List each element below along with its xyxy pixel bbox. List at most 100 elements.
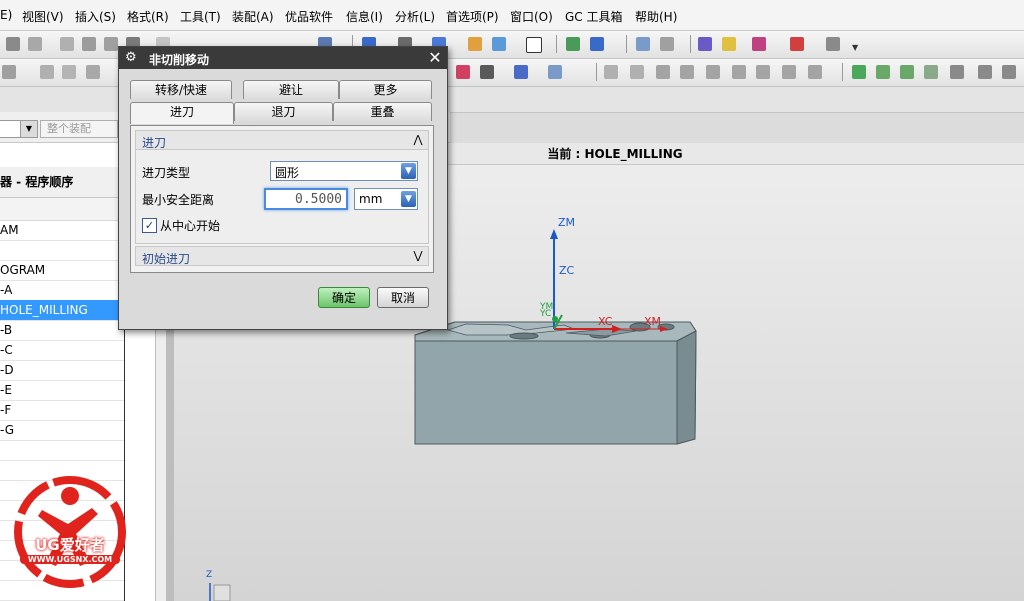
tab-overlap[interactable]: 重叠 [333,102,432,121]
tab-transfer-rapid[interactable]: 转移/快速 [130,80,232,99]
tab-engage[interactable]: 进刀 [130,102,234,124]
chevron-down-icon[interactable]: ⋁ [410,248,426,264]
navigator-row[interactable] [0,440,124,461]
navigator-row[interactable]: -E [0,380,124,401]
snap-quadrant-icon[interactable] [732,65,746,79]
filter-icon[interactable] [62,65,76,79]
check-icon[interactable] [852,65,866,79]
engage-group-title: 进刀 [142,136,167,150]
feature-icon[interactable] [950,65,964,79]
menu-edit[interactable]: E) [0,8,12,22]
navigator-row[interactable]: -B [0,320,124,341]
feature-icon[interactable] [900,65,914,79]
snap-existing-icon[interactable] [756,65,770,79]
snap-mid-icon[interactable] [630,65,644,79]
snap-center-icon[interactable] [706,65,720,79]
copy-icon[interactable] [82,37,96,51]
filter-icon[interactable] [40,65,54,79]
toolbar-separator [690,35,691,53]
min-safe-distance-input[interactable]: 0.5000 [264,188,348,210]
tab-avoidance[interactable]: 避让 [243,80,339,99]
unit-select[interactable]: mm ▼ [354,188,418,210]
save-icon[interactable] [6,37,20,51]
start-from-center-label[interactable]: 从中心开始 [160,217,220,234]
filter-icon[interactable] [86,65,100,79]
feature-point-icon[interactable] [456,65,470,79]
wcs-icon[interactable] [492,37,506,51]
save-as-icon[interactable] [28,37,42,51]
menu-youpin[interactable]: 优品软件 [285,8,333,25]
menu-insert[interactable]: 插入(S) [75,8,116,25]
snap-on-curve-icon[interactable] [782,65,796,79]
analysis-icon[interactable] [722,37,736,51]
curve-select-icon[interactable] [480,65,494,79]
menu-help[interactable]: 帮助(H) [635,8,677,25]
paste-icon[interactable] [104,37,118,51]
navigator-row[interactable]: AM [0,220,124,241]
ok-button[interactable]: 确定 [318,287,370,308]
navigator-row[interactable]: -A [0,280,124,301]
navigator-row[interactable] [0,240,124,261]
measure-icon[interactable] [698,37,712,51]
toolbar-separator [842,63,843,81]
face-select-icon[interactable] [514,65,528,79]
tab-retract[interactable]: 退刀 [234,102,333,121]
menu-preferences[interactable]: 首选项(P) [446,8,499,25]
cut-icon[interactable] [60,37,74,51]
snap-end-icon[interactable] [604,65,618,79]
start-from-center-checkbox[interactable]: ✓ [142,218,157,233]
unit-value: mm [359,192,383,206]
navigator-row[interactable]: -G [0,420,124,441]
assembly-nav-icon[interactable] [636,37,650,51]
menu-bar: E) 视图(V) 插入(S) 格式(R) 工具(T) 装配(A) 优品软件 信息… [0,0,1024,31]
workpiece-part[interactable] [414,321,697,445]
menu-gc-toolbox[interactable]: GC 工具箱 [565,8,623,25]
snap-clear-icon[interactable] [808,65,822,79]
navigator-row[interactable]: -C [0,340,124,361]
menu-tools[interactable]: 工具(T) [180,8,221,25]
min-safe-distance-value: 0.5000 [295,192,342,207]
entry-type-select[interactable]: 圆形 ▼ [270,161,418,181]
navigator-row[interactable]: -F [0,400,124,421]
navigator-row-selected[interactable]: HOLE_MILLING [0,300,124,321]
engage-group-header[interactable]: 进刀 ⋀ [135,130,429,150]
background-icon[interactable] [526,37,542,53]
menu-window[interactable]: 窗口(O) [510,8,553,25]
dimension-icon[interactable] [790,37,804,51]
constraint-icon[interactable] [660,37,674,51]
feature-icon[interactable] [978,65,992,79]
cancel-button[interactable]: 取消 [377,287,429,308]
logo-brand: UG爱好者 [35,536,105,554]
snap-view-icon[interactable] [566,37,580,51]
initial-engage-group-header[interactable]: 初始进刀 ⋁ [135,246,429,266]
xc-label: XC [598,315,613,328]
chevron-down-icon[interactable]: ▼ [20,120,38,138]
chevron-down-icon[interactable]: ▼ [401,191,416,207]
menu-view[interactable]: 视图(V) [22,8,64,25]
body-select-icon[interactable] [548,65,562,79]
snap-control-icon[interactable] [656,65,670,79]
chevron-down-icon[interactable]: ▼ [401,163,416,179]
navigator-row[interactable]: -D [0,360,124,381]
menu-format[interactable]: 格式(R) [127,8,169,25]
chevron-up-icon[interactable]: ⋀ [410,132,426,148]
layer-icon[interactable] [468,37,482,51]
menu-assembly[interactable]: 装配(A) [232,8,274,25]
snap-point-icon[interactable] [2,65,16,79]
assembly-scope-combo[interactable]: 整个装配 [40,120,118,138]
shade-icon[interactable] [590,37,604,51]
feature-icon[interactable] [1002,65,1016,79]
tab-more[interactable]: 更多 [339,80,432,99]
feature-icon[interactable] [876,65,890,79]
gear-icon[interactable]: ⚙ [125,50,137,65]
menu-analysis[interactable]: 分析(L) [395,8,435,25]
chevron-down-icon[interactable]: ▼ [852,43,858,52]
navigator-row[interactable]: OGRAM [0,260,124,281]
more-tools-icon[interactable] [826,37,840,51]
close-icon[interactable]: ✕ [427,50,443,66]
simulate-icon[interactable] [752,37,766,51]
feature-icon[interactable] [924,65,938,79]
menu-info[interactable]: 信息(I) [346,8,383,25]
dialog-titlebar[interactable]: ⚙ 非切削移动 ✕ [119,47,447,69]
snap-intersect-icon[interactable] [680,65,694,79]
